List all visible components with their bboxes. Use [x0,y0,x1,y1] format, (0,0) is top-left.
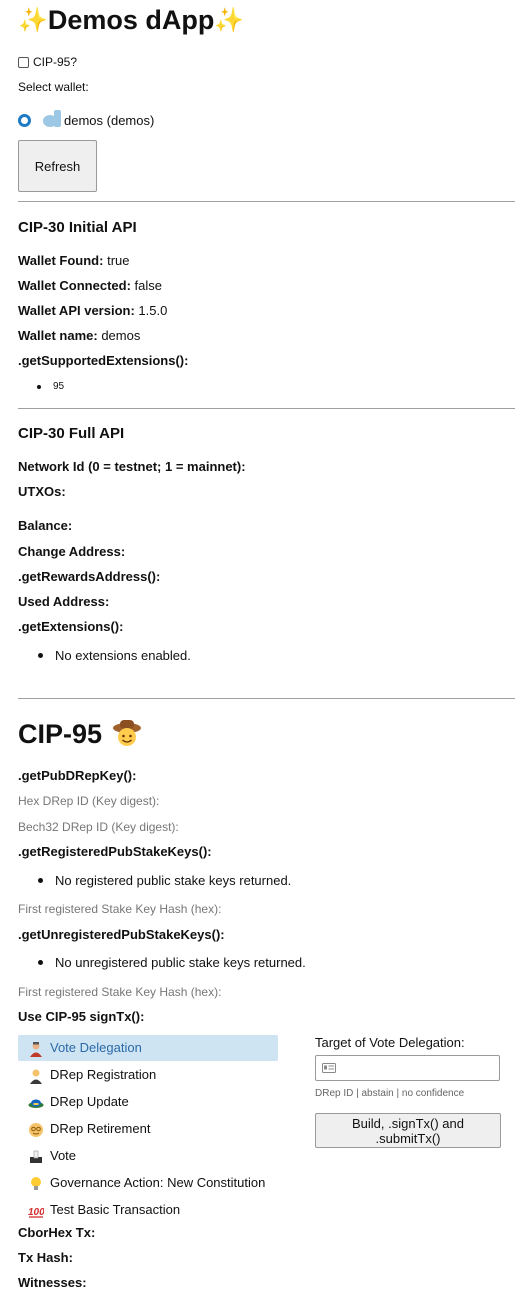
wallet-option-label: demos (demos) [64,112,155,128]
row-key: Wallet Found: [18,253,104,268]
hundred-points-icon: 100 [28,1202,45,1218]
tab-drep-retirement[interactable]: DRep Retirement [18,1116,278,1142]
tab-governance-action[interactable]: Governance Action: New Constitution [18,1170,278,1196]
row-value: 1.5.0 [138,303,168,318]
cip95-checkbox[interactable] [18,56,29,68]
witnesses-label: Witnesses: [18,1275,87,1290]
hex-drep-id-label: Hex DRep ID (Key digest): [18,794,160,808]
wallet-name-row: Wallet name: demos [18,328,140,343]
svg-text:100: 100 [28,1207,44,1218]
registered-keys-label: .getRegisteredPubStakeKeys(): [18,844,212,859]
person-icon [28,1067,44,1084]
full-api-heading: CIP-30 Full API [18,425,125,442]
wallet-api-version-row: Wallet API version: 1.5.0 [18,303,167,318]
tab-drep-registration[interactable]: DRep Registration [18,1062,278,1088]
unregistered-keys-label: .getUnregisteredPubStakeKeys(): [18,927,225,942]
id-card-icon [322,1061,336,1076]
cap-icon [28,1094,44,1110]
cip95-heading: CIP-95 [18,718,142,751]
list-item: No unregistered public stake keys return… [38,955,306,970]
cip95-checkbox-row[interactable]: CIP-95? [18,55,77,69]
wallet-logo-icon [43,110,61,130]
wallet-found-row: Wallet Found: true [18,253,129,268]
bullet-icon [38,878,43,883]
bullet-icon [37,384,41,389]
row-value: false [134,278,163,293]
used-address-label: Used Address: [18,594,110,609]
cip95-checkbox-label: CIP-95? [33,55,78,69]
supported-extensions-label: .getSupportedExtensions(): [18,353,189,368]
tx-hash-label: Tx Hash: [18,1250,73,1265]
first-stake-key-hash-label: First registered Stake Key Hash (hex): [18,902,222,916]
balance-label: Balance: [18,518,73,533]
wallet-radio[interactable] [18,113,31,127]
wallet-option[interactable]: demos (demos) [18,110,154,130]
change-address-label: Change Address: [18,544,126,559]
utxos-label: UTXOs: [18,484,66,499]
list-item: No registered public stake keys returned… [38,873,291,888]
row-value: demos [101,328,141,343]
tab-vote-delegation[interactable]: Vote Delegation [18,1035,278,1061]
select-wallet-label: Select wallet: [18,80,89,94]
target-delegation-hint: DRep ID | abstain | no confidence [315,1088,465,1099]
row-value: true [107,253,130,268]
older-person-icon [28,1121,44,1137]
bullet-icon [38,960,43,965]
tab-vote[interactable]: Vote [18,1143,278,1169]
bullet-icon [38,653,43,658]
page-title: ✨ Demos dApp ✨ [18,5,245,35]
first-stake-key-hash-label: First registered Stake Key Hash (hex): [18,985,222,999]
signtx-label: Use CIP-95 signTx(): [18,1009,145,1024]
tab-test-basic-transaction[interactable]: 100 Test Basic Transaction [18,1197,278,1223]
get-pub-drep-key-label: .getPubDRepKey(): [18,768,137,783]
row-key: Wallet Connected: [18,278,131,293]
lightbulb-icon [28,1175,44,1191]
build-sign-submit-button[interactable]: Build, .signTx() and .submitTx() [315,1113,501,1148]
person-icon [28,1040,44,1057]
bech32-drep-id-label: Bech32 DRep ID (Key digest): [18,820,179,834]
wallet-connected-row: Wallet Connected: false [18,278,162,293]
get-extensions-label: .getExtensions(): [18,619,124,634]
rewards-address-label: .getRewardsAddress(): [18,569,161,584]
row-key: Wallet API version: [18,303,135,318]
sparkles-icon: ✨ [214,7,245,34]
divider [18,408,515,409]
list-item: No extensions enabled. [38,648,191,663]
network-id-label: Network Id (0 = testnet; 1 = mainnet): [18,459,246,474]
initial-api-heading: CIP-30 Initial API [18,219,137,236]
target-delegation-input[interactable] [315,1055,500,1081]
refresh-button[interactable]: Refresh [18,140,97,192]
cowboy-emoji-icon [112,718,142,751]
list-item: 95 [37,381,64,392]
row-key: Wallet name: [18,328,98,343]
divider [18,201,515,202]
cborhex-label: CborHex Tx: [18,1225,96,1240]
sparkles-icon: ✨ [18,7,48,34]
ballot-box-icon [28,1148,44,1164]
divider [18,698,515,699]
target-delegation-label: Target of Vote Delegation: [315,1035,465,1050]
tab-drep-update[interactable]: DRep Update [18,1089,278,1115]
